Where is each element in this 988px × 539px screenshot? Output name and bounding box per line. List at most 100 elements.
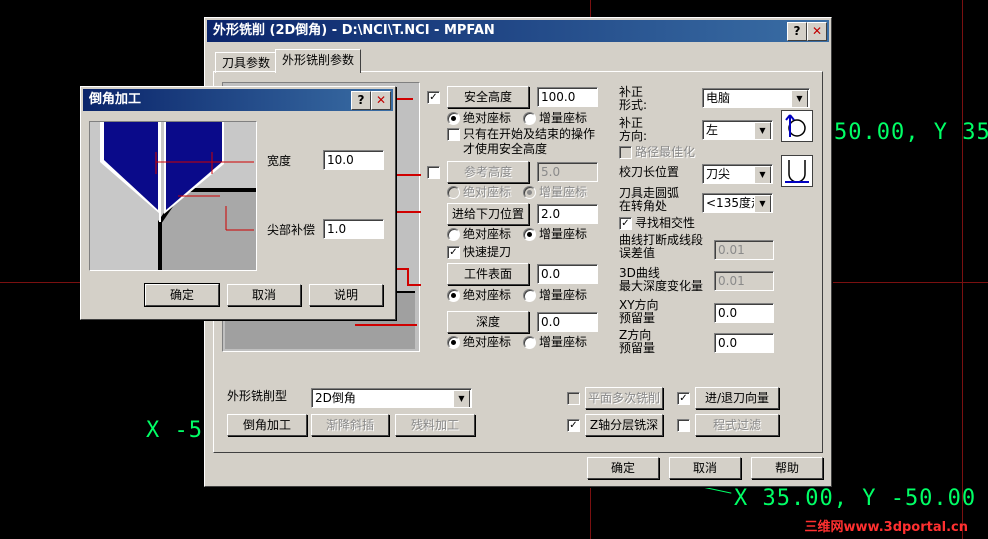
depth-inc-radio[interactable]	[523, 336, 536, 349]
chevron-down-icon[interactable]: ▼	[754, 166, 771, 183]
close-icon[interactable]: ✕	[807, 22, 827, 41]
chamfer-cancel-button[interactable]: 取消	[227, 284, 301, 306]
safe-only-start-end-checkbox[interactable]	[447, 128, 460, 141]
comp-direction-icon	[781, 110, 813, 142]
chamfer-dialog-titlebar[interactable]: 倒角加工 ? ✕	[83, 89, 393, 111]
lead-in-out-button[interactable]: 进/退刀向量	[695, 387, 779, 409]
safe-height-checkbox[interactable]: ✓	[427, 91, 440, 104]
depth-abs-radio[interactable]	[447, 336, 460, 349]
comp-direction-graphic	[785, 114, 806, 137]
tip-comp-icon	[781, 155, 813, 187]
safe-inc-label: 增量座标	[539, 111, 588, 125]
depth-inc-label: 增量座标	[539, 335, 588, 349]
top-stock-button[interactable]: 工件表面	[447, 263, 529, 285]
leader-depth	[355, 324, 417, 326]
ramp-button[interactable]: 渐降斜插	[311, 414, 389, 436]
comp-type-label-2: 形式:	[619, 98, 648, 112]
chamfer-width-label: 宽度	[267, 154, 292, 168]
help-icon[interactable]: ?	[351, 91, 371, 110]
chamfer-illustration	[89, 121, 257, 271]
filter-checkbox[interactable]	[677, 419, 690, 432]
top-inc-radio[interactable]	[523, 289, 536, 302]
ref-abs-label: 绝对座标	[463, 185, 512, 199]
tab-tool-params[interactable]: 刀具参数	[215, 52, 278, 73]
feed-plane-button[interactable]: 进给下刀位置	[447, 203, 529, 225]
comp-dir-select[interactable]: 左 ▼	[702, 120, 773, 140]
depth-button[interactable]: 深度	[447, 311, 529, 333]
depth-input[interactable]: 0.0	[537, 312, 598, 332]
safe-only-start-end-label-1: 只有在开始及结束的操作	[463, 127, 596, 141]
chamfer-ok-button[interactable]: 确定	[144, 283, 220, 307]
contour-type-label: 外形铣削型	[227, 389, 288, 403]
close-icon[interactable]: ✕	[371, 91, 391, 110]
feed-plane-input[interactable]: 2.0	[537, 204, 598, 224]
chevron-down-icon[interactable]: ▼	[453, 390, 470, 407]
safe-height-button[interactable]: 安全高度	[447, 86, 529, 108]
leader-feed-plane	[393, 211, 421, 213]
ok-button[interactable]: 确定	[587, 457, 659, 479]
tip-comp-value: 刀尖	[706, 167, 731, 181]
help-icon[interactable]: ?	[787, 22, 807, 41]
chamfer-help-button[interactable]: 说明	[309, 284, 383, 306]
comp-type-select[interactable]: 电脑 ▼	[702, 88, 810, 108]
xy-stock-input[interactable]: 0.0	[714, 303, 774, 323]
tab-contour-params[interactable]: 外形铣削参数	[275, 49, 362, 73]
ref-inc-radio[interactable]	[523, 186, 536, 199]
path-optimize-checkbox[interactable]	[619, 146, 632, 159]
chevron-down-icon[interactable]: ▼	[791, 90, 808, 107]
coord-label-right: 50.00, Y 35.00	[834, 120, 988, 145]
intersect-label: 寻找相交性	[635, 216, 696, 230]
watermark: 三维网www.3dportal.cn	[804, 520, 968, 535]
depth-abs-label: 绝对座标	[463, 335, 512, 349]
z-stock-input[interactable]: 0.0	[714, 333, 774, 353]
cancel-button[interactable]: 取消	[669, 457, 741, 479]
tip-comp-select[interactable]: 刀尖 ▼	[702, 164, 773, 184]
multi-pass-checkbox[interactable]	[567, 392, 580, 405]
ref-height-button[interactable]: 参考高度	[447, 161, 529, 183]
multi-pass-button[interactable]: 平面多次铣削	[585, 387, 663, 409]
safe-inc-radio[interactable]	[523, 112, 536, 125]
ref-abs-radio[interactable]	[447, 186, 460, 199]
linearize-input[interactable]: 0.01	[714, 240, 774, 260]
tip-offset-input[interactable]: 1.0	[323, 219, 384, 239]
z-stock-label-2: 预留量	[619, 341, 656, 355]
tip-comp-label: 校刀长位置	[619, 165, 680, 179]
chamfer-width-input[interactable]: 10.0	[323, 150, 384, 170]
ref-height-input[interactable]: 5.0	[537, 162, 598, 182]
intersect-checkbox[interactable]: ✓	[619, 217, 632, 230]
help-button[interactable]: 帮助	[751, 457, 823, 479]
chevron-down-icon[interactable]: ▼	[754, 195, 771, 212]
feed-inc-radio[interactable]	[523, 228, 536, 241]
chevron-down-icon[interactable]: ▼	[754, 122, 771, 139]
fast-retract-checkbox[interactable]: ✓	[447, 246, 460, 259]
depth-cuts-button[interactable]: Z轴分层铣深	[585, 414, 663, 436]
safe-height-input[interactable]: 100.0	[537, 87, 598, 107]
top-stock-input[interactable]: 0.0	[537, 264, 598, 284]
contour-dialog-title: 外形铣削 (2D倒角) - D:\NCI\T.NCI - MPFAN	[213, 23, 495, 38]
path-optimize-label: 路径最佳化	[635, 145, 696, 159]
corner-label-2: 在转角处	[619, 199, 668, 213]
corner-select[interactable]: <135度走 ▼	[702, 193, 773, 213]
filter-button[interactable]: 程式过滤	[695, 414, 779, 436]
depth-cuts-checkbox[interactable]: ✓	[567, 419, 580, 432]
tip-comp-graphic	[785, 160, 809, 183]
safe-abs-label: 绝对座标	[463, 111, 512, 125]
feed-abs-radio[interactable]	[447, 228, 460, 241]
coord-label-bottom: X 35.00, Y -50.00	[734, 486, 977, 511]
safe-abs-radio[interactable]	[447, 112, 460, 125]
xy-stock-label-2: 预留量	[619, 311, 656, 325]
tip-offset-label: 尖部补偿	[267, 223, 316, 237]
contour-dialog-titlebar[interactable]: 外形铣削 (2D倒角) - D:\NCI\T.NCI - MPFAN ? ✕	[207, 20, 829, 42]
leader-line	[699, 486, 732, 494]
max-depth-input[interactable]: 0.01	[714, 271, 774, 291]
fast-retract-label: 快速提刀	[463, 245, 512, 259]
remachine-button[interactable]: 残料加工	[395, 414, 475, 436]
leader-ref-height	[393, 174, 421, 176]
chamfer-button[interactable]: 倒角加工	[227, 414, 307, 436]
lead-in-out-checkbox[interactable]: ✓	[677, 392, 690, 405]
top-abs-radio[interactable]	[447, 289, 460, 302]
chamfer-dialog-title: 倒角加工	[89, 92, 142, 107]
linearize-label-2: 误差值	[619, 246, 656, 260]
ref-height-checkbox[interactable]	[427, 166, 440, 179]
contour-type-select[interactable]: 2D倒角 ▼	[311, 388, 472, 408]
